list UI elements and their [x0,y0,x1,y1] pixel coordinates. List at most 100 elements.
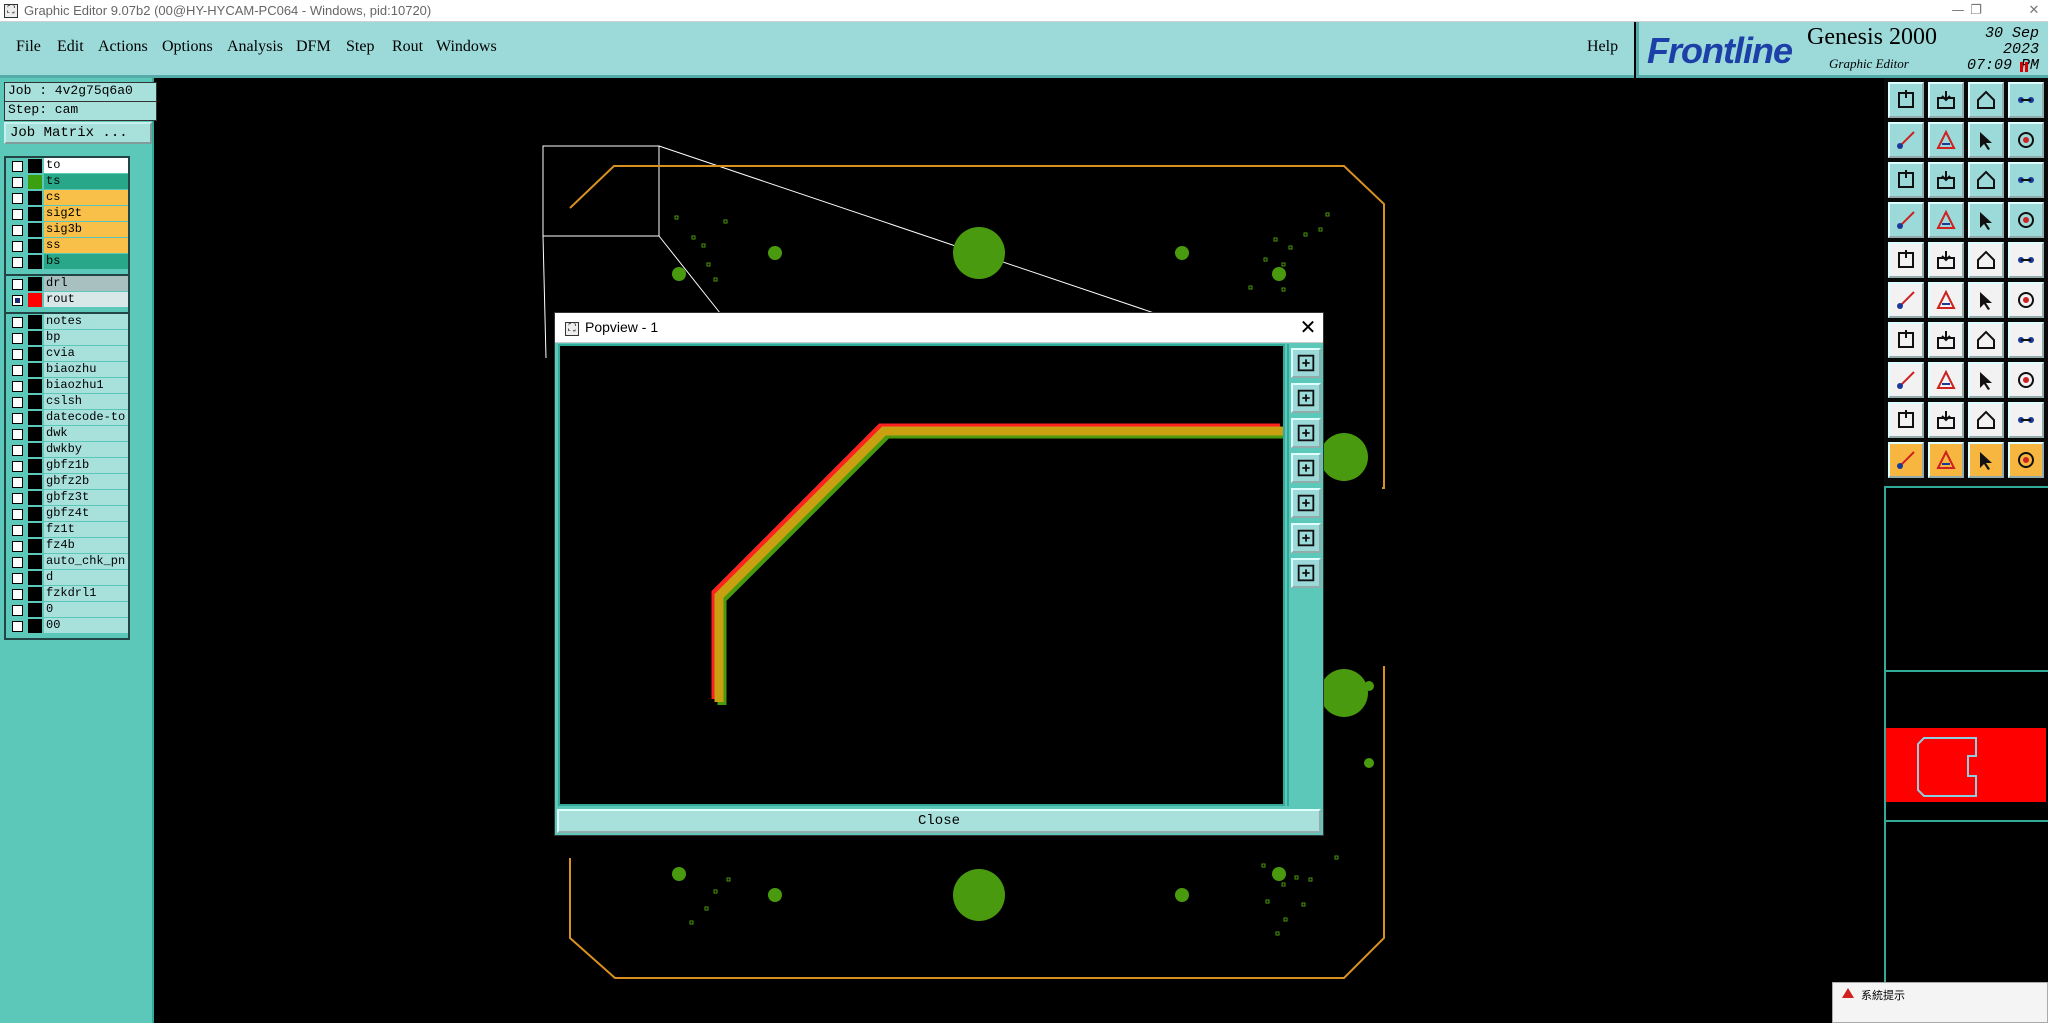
layer-checkbox[interactable] [12,557,23,568]
layer-row-d[interactable]: d [6,570,128,586]
layer-checkbox[interactable] [12,381,23,392]
layer-name[interactable]: 0 [44,602,128,617]
layer-checkbox[interactable] [12,621,23,632]
layer-color-swatch[interactable] [28,443,42,457]
layer-checkbox[interactable] [12,493,23,504]
layer-checkbox[interactable] [12,295,23,306]
layer-checkbox[interactable] [12,241,23,252]
layer-checkbox[interactable] [12,161,23,172]
layer-name[interactable]: rout [44,292,128,307]
menu-step[interactable]: Step [346,38,374,56]
layer-name[interactable]: gbfz3t [44,490,128,505]
layer-name[interactable]: to [44,158,128,173]
layer-color-swatch[interactable] [28,315,42,329]
layer-name[interactable]: fz4b [44,538,128,553]
layer-name[interactable]: notes [44,314,128,329]
layer-row-to[interactable]: to [6,158,128,174]
layer-row-biaozhu1[interactable]: biaozhu1 [6,378,128,394]
layer-checkbox[interactable] [12,573,23,584]
pad-button[interactable] [1888,242,1924,278]
minus-button[interactable] [1928,362,1964,398]
layer-checkbox[interactable] [12,477,23,488]
open-job-button[interactable] [1888,82,1924,118]
save-job-button[interactable] [1928,82,1964,118]
layer-checkbox[interactable] [12,429,23,440]
slash-button[interactable] [1928,322,1964,358]
layer-row-ss[interactable]: ss [6,238,128,254]
layer-color-swatch[interactable] [28,475,42,489]
popview-close-button[interactable]: Close [557,809,1321,833]
home-button[interactable] [1968,82,2004,118]
pointer-2-button[interactable] [1928,442,1964,478]
layer-row-fz1t[interactable]: fz1t [6,522,128,538]
move-left-button[interactable] [1888,122,1924,158]
layer-color-swatch[interactable] [28,379,42,393]
layer-row-drl[interactable]: drl [6,276,128,292]
pointer-4-button[interactable] [2008,442,2044,478]
layer-row-sig3b[interactable]: sig3b [6,222,128,238]
layer-row-gbfz3t[interactable]: gbfz3t [6,490,128,506]
menu-rout[interactable]: Rout [392,38,423,56]
layer-checkbox[interactable] [12,413,23,424]
layer-color-swatch[interactable] [28,523,42,537]
arc-button[interactable] [1968,282,2004,318]
layer-name[interactable]: ts [44,174,128,189]
zoom-fit-button[interactable] [1888,162,1924,198]
triangle-1-button[interactable] [1888,402,1924,438]
layer-name[interactable]: cvia [44,346,128,361]
layer-name[interactable]: auto_chk_pn. [44,554,128,569]
group-button[interactable] [2008,362,2044,398]
layer-name[interactable]: bs [44,254,128,269]
layer-name[interactable]: biaozhu [44,362,128,377]
popview-close-x-button[interactable]: ✕ [1297,315,1319,339]
layer-checkbox[interactable] [12,525,23,536]
layer-checkbox[interactable] [12,605,23,616]
layer-row-datecode-to[interactable]: datecode-to [6,410,128,426]
layer-row-gbfz4t[interactable]: gbfz4t [6,506,128,522]
layer-color-swatch[interactable] [28,207,42,221]
layer-color-swatch[interactable] [28,331,42,345]
layer-color-swatch[interactable] [28,427,42,441]
menu-analysis[interactable]: Analysis [227,38,283,56]
popview-canvas[interactable] [558,344,1286,806]
menu-file[interactable]: File [16,38,41,56]
layer-color-swatch[interactable] [28,411,42,425]
layer-checkbox[interactable] [12,225,23,236]
layer-row-00[interactable]: 00 [6,618,128,634]
layer-color-swatch[interactable] [28,459,42,473]
menu-actions[interactable]: Actions [98,38,148,56]
layer-color-swatch[interactable] [28,239,42,253]
layer-name[interactable]: datecode-to [44,410,128,425]
layer-name[interactable]: sig3b [44,222,128,237]
link-button[interactable] [2008,282,2044,318]
layer-color-swatch[interactable] [28,277,42,291]
select-button[interactable] [1888,362,1924,398]
move-right-button[interactable] [1291,488,1321,518]
pointer-1-button[interactable] [1888,442,1924,478]
layer-color-swatch[interactable] [28,255,42,269]
layer-checkbox[interactable] [12,541,23,552]
layer-checkbox[interactable] [12,445,23,456]
layer-color-swatch[interactable] [28,293,42,307]
swap-button[interactable] [1968,122,2004,158]
layer-row-auto-chk-pn-[interactable]: auto_chk_pn. [6,554,128,570]
triangle-3-button[interactable] [1968,402,2004,438]
job-matrix-button[interactable]: Job Matrix ... [4,122,152,144]
layer-color-swatch[interactable] [28,491,42,505]
layer-color-swatch[interactable] [28,507,42,521]
layer-color-swatch[interactable] [28,603,42,617]
menu-dfm[interactable]: DFM [296,38,331,56]
zoom-fit-button[interactable] [1291,523,1321,553]
layer-color-swatch[interactable] [28,619,42,633]
layer-row-notes[interactable]: notes [6,314,128,330]
layer-checkbox[interactable] [12,209,23,220]
layer-checkbox[interactable] [12,193,23,204]
layer-row-biaozhu[interactable]: biaozhu [6,362,128,378]
split-button[interactable] [2008,322,2044,358]
layer-row-gbfz2b[interactable]: gbfz2b [6,474,128,490]
layer-checkbox[interactable] [12,333,23,344]
layer-color-swatch[interactable] [28,587,42,601]
angle-button[interactable] [1888,322,1924,358]
layer-name[interactable]: cs [44,190,128,205]
layer-color-swatch[interactable] [28,555,42,569]
